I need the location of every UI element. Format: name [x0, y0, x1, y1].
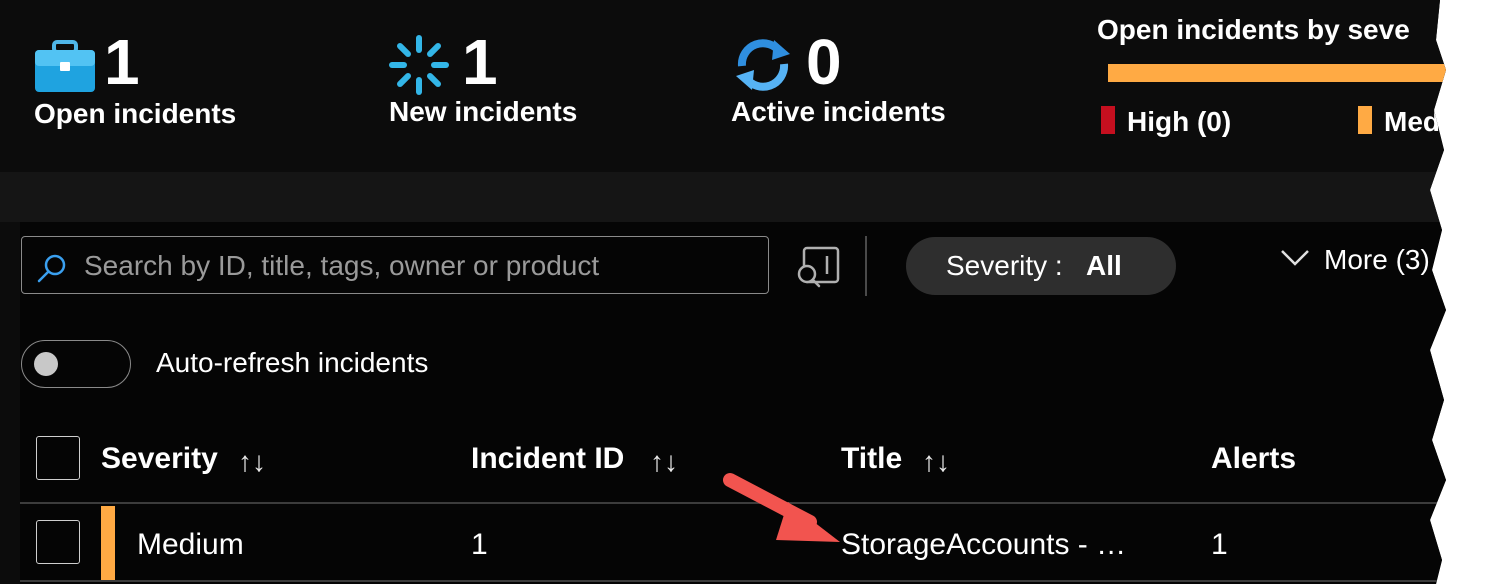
cell-title-link[interactable]: StorageAccounts - …: [841, 528, 1126, 562]
active-incidents-count: 0: [806, 26, 842, 98]
spinner-icon: [389, 35, 449, 95]
severity-bar-medium: [1108, 64, 1446, 82]
briefcase-icon: [35, 40, 95, 92]
refresh-icon: [736, 39, 790, 91]
search-placeholder: Search by ID, title, tags, owner or prod…: [84, 250, 600, 281]
header-spacer: [0, 172, 1446, 222]
row-checkbox[interactable]: [36, 520, 80, 564]
legend-swatch-medium: [1358, 106, 1372, 134]
sort-icon[interactable]: ↑↓: [922, 446, 950, 478]
toggle-knob: [34, 352, 58, 376]
search-icon: [37, 254, 66, 283]
legend-label-high: High (0): [1127, 106, 1232, 137]
severity-filter-label: Severity :: [946, 250, 1063, 281]
column-header-title[interactable]: Title: [841, 442, 902, 476]
severity-chart-title: Open incidents by seve: [1097, 14, 1410, 45]
active-incidents-label: Active incidents: [731, 96, 946, 127]
chevron-down-icon[interactable]: [1280, 248, 1310, 268]
select-all-checkbox[interactable]: [36, 436, 80, 480]
legend-label-medium: Med: [1384, 106, 1440, 137]
toolbar-divider: [865, 236, 867, 296]
new-incidents-count: 1: [462, 26, 498, 98]
cell-alerts: 1: [1211, 528, 1228, 561]
column-header-severity[interactable]: Severity: [101, 442, 218, 476]
more-filters-button[interactable]: More (3): [1324, 244, 1430, 276]
severity-filter-value: All: [1086, 250, 1122, 281]
open-incidents-label: Open incidents: [34, 98, 237, 129]
legend-swatch-high: [1101, 106, 1115, 134]
incidents-page: 1 Open incidents 1 New incidents 0 Activ…: [0, 0, 1446, 584]
annotation-arrow: [723, 473, 840, 542]
cell-incident-id: 1: [471, 528, 488, 561]
cell-severity: Medium: [137, 528, 244, 561]
new-incidents-label: New incidents: [389, 96, 578, 127]
column-header-alerts[interactable]: Alerts: [1211, 442, 1296, 476]
sort-icon[interactable]: ↑↓: [238, 446, 266, 478]
severity-indicator: [101, 506, 115, 580]
column-search-icon[interactable]: [794, 242, 842, 290]
sort-icon[interactable]: ↑↓: [650, 446, 678, 478]
column-header-incident-id[interactable]: Incident ID: [471, 442, 624, 476]
open-incidents-count: 1: [104, 26, 140, 98]
row-divider: [20, 580, 1446, 582]
auto-refresh-label: Auto-refresh incidents: [156, 347, 429, 378]
